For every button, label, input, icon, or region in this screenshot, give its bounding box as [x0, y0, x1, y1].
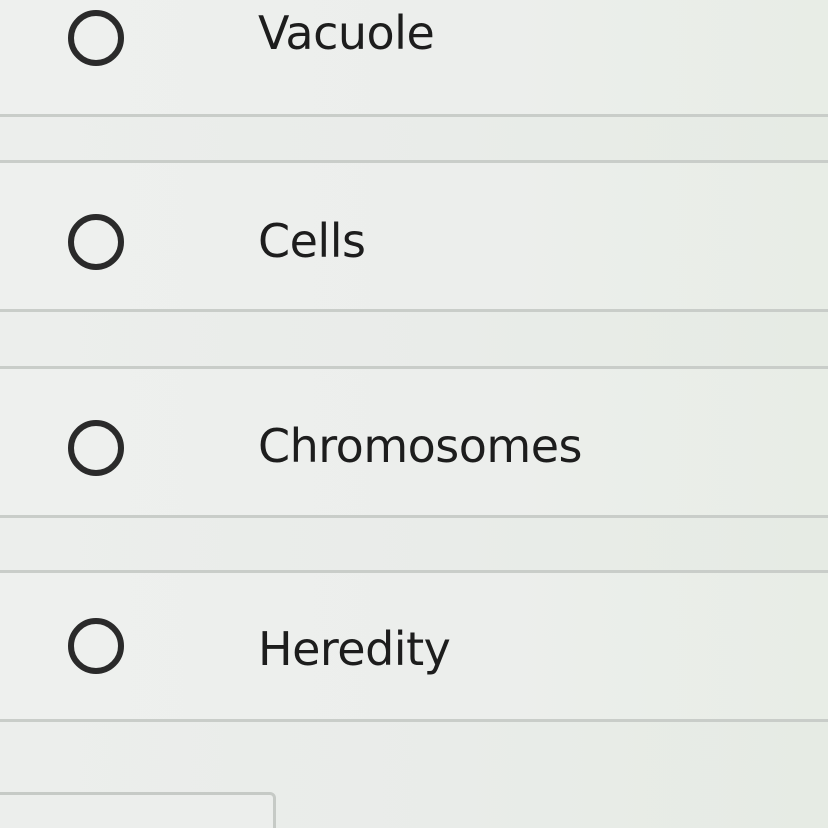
- option-label-cells: Cells: [258, 214, 366, 268]
- option-row-cells[interactable]: [0, 160, 828, 312]
- option-label-vacuole: Vacuole: [258, 6, 435, 60]
- radio-button-vacuole[interactable]: [68, 10, 124, 66]
- radio-button-cells[interactable]: [68, 214, 124, 270]
- radio-button-heredity[interactable]: [68, 618, 124, 674]
- option-label-heredity: Heredity: [258, 622, 451, 676]
- option-label-chromosomes: Chromosomes: [258, 419, 582, 473]
- bottom-button-outline[interactable]: [0, 792, 276, 828]
- radio-button-chromosomes[interactable]: [68, 420, 124, 476]
- quiz-screen: Vacuole Cells Chromosomes Heredity: [0, 0, 828, 828]
